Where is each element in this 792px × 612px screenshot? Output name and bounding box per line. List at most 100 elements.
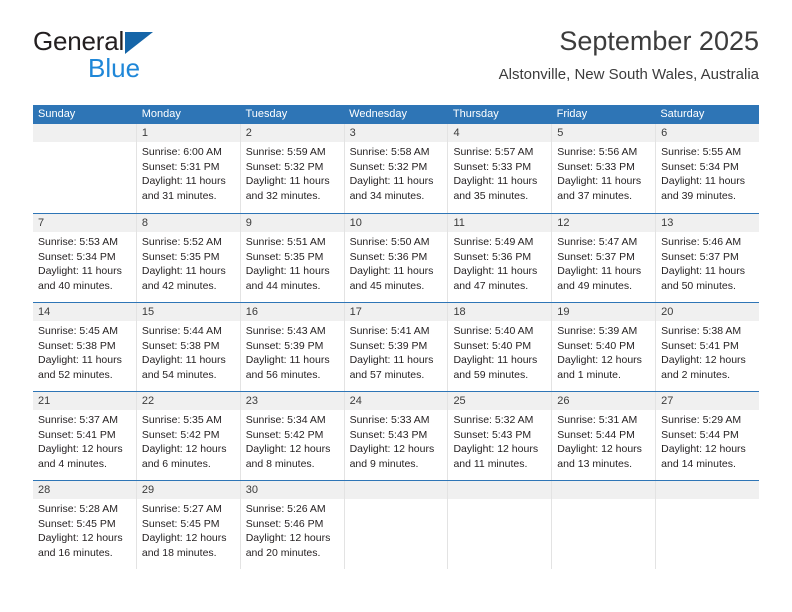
calendar-day-cell[interactable]: 24 Sunrise: 5:33 AM Sunset: 5:43 PM Dayligh… [345,392,449,480]
day-details: Sunrise: 5:40 AM Sunset: 5:40 PM Daylight:… [453,324,546,382]
calendar-day-cell[interactable]: 21 Sunrise: 5:37 AM Sunset: 5:41 PM Dayligh… [33,392,137,480]
sunset-text: Sunset: 5:44 PM [661,428,739,441]
day-number: 24 [349,395,362,407]
calendar-day-cell[interactable]: 22 Sunrise: 5:35 AM Sunset: 5:42 PM Dayligh… [137,392,241,480]
day-details: Sunrise: 5:38 AM Sunset: 5:41 PM Daylight:… [661,324,754,382]
day-number: 2 [245,127,252,139]
sunset-text: Sunset: 5:33 PM [453,160,532,173]
sunset-text: Sunset: 5:37 PM [661,250,739,263]
sunset-text: Sunset: 5:42 PM [245,428,324,441]
calendar-cell-empty [33,124,137,213]
day-details: Sunrise: 5:53 AM Sunset: 5:34 PM Daylight:… [38,235,131,293]
daylight-text-line2: and 35 minutes. [453,189,529,202]
calendar-day-cell[interactable]: 11 Sunrise: 5:49 AM Sunset: 5:36 PM Dayligh… [448,214,553,302]
sunrise-text: Sunrise: 5:28 AM [38,503,118,515]
sunset-text: Sunset: 5:41 PM [38,428,116,441]
calendar-day-cell[interactable]: 8 Sunrise: 5:52 AM Sunset: 5:35 PM Daylight… [137,214,241,302]
sunset-text: Sunset: 5:32 PM [245,160,324,173]
daylight-text-line1: Daylight: 12 hours [245,532,331,545]
calendar-day-cell[interactable]: 12 Sunrise: 5:47 AM Sunset: 5:37 PM Dayligh… [552,214,657,302]
daylight-text-line2: and 31 minutes. [141,189,217,202]
day-details: Sunrise: 5:39 AM Sunset: 5:40 PM Daylight:… [557,324,650,382]
calendar-grid: Sunday Monday Tuesday Wednesday Thursday Frid… [33,105,759,569]
day-number: 14 [38,306,51,318]
daylight-text-line1: Daylight: 11 hours [349,265,434,278]
weekday-header-monday: Monday [141,108,181,120]
daylight-text-line1: Daylight: 12 hours [557,443,642,456]
day-details: Sunrise: 5:45 AM Sunset: 5:38 PM Daylight:… [38,324,131,382]
sunrise-text: Sunrise: 5:38 AM [661,325,742,337]
calendar-day-cell[interactable]: 26 Sunrise: 5:31 AM Sunset: 5:44 PM Dayligh… [552,392,657,480]
calendar-day-cell[interactable]: 25 Sunrise: 5:32 AM Sunset: 5:43 PM Dayligh… [448,392,553,480]
calendar-day-cell[interactable]: 19 Sunrise: 5:39 AM Sunset: 5:40 PM Dayligh… [552,303,657,391]
sunset-text: Sunset: 5:36 PM [349,250,428,263]
calendar-day-cell[interactable]: 29 Sunrise: 5:27 AM Sunset: 5:45 PM Dayligh… [137,481,241,569]
sunrise-text: Sunrise: 5:39 AM [557,325,638,337]
day-details: Sunrise: 5:46 AM Sunset: 5:37 PM Daylight:… [661,235,754,293]
calendar-weeks: 1 Sunrise: 6:00 AM Sunset: 5:31 PM Daylight… [33,124,759,569]
daylight-text-line2: and 13 minutes. [557,457,633,470]
calendar-day-cell[interactable]: 18 Sunrise: 5:40 AM Sunset: 5:40 PM Dayligh… [448,303,553,391]
daylight-text-line1: Daylight: 11 hours [245,265,330,278]
daylight-text-line2: and 14 minutes. [661,457,736,470]
sunrise-text: Sunrise: 5:56 AM [557,146,638,158]
calendar-day-cell[interactable]: 4 Sunrise: 5:57 AM Sunset: 5:33 PM Daylight… [448,124,553,213]
daylight-text-line2: and 4 minutes. [38,457,107,470]
day-number: 10 [349,217,362,229]
daylight-text-line2: and 42 minutes. [141,279,217,292]
daylight-text-line2: and 50 minutes. [661,279,736,292]
calendar-day-cell[interactable]: 23 Sunrise: 5:34 AM Sunset: 5:42 PM Dayligh… [241,392,345,480]
day-number: 13 [661,217,674,229]
calendar-day-cell[interactable]: 30 Sunrise: 5:26 AM Sunset: 5:46 PM Dayligh… [241,481,345,569]
day-number: 1 [141,127,148,139]
sunrise-text: Sunrise: 5:26 AM [245,503,326,515]
day-details: Sunrise: 5:34 AM Sunset: 5:42 PM Daylight:… [246,413,339,471]
sunrise-text: Sunrise: 5:49 AM [453,236,534,248]
calendar-day-cell[interactable]: 13 Sunrise: 5:46 AM Sunset: 5:37 PM Dayligh… [656,214,759,302]
calendar-day-cell[interactable]: 14 Sunrise: 5:45 AM Sunset: 5:38 PM Dayligh… [33,303,137,391]
calendar-day-cell[interactable]: 1 Sunrise: 6:00 AM Sunset: 5:31 PM Daylight… [137,124,241,213]
calendar-day-cell[interactable]: 27 Sunrise: 5:29 AM Sunset: 5:44 PM Dayligh… [656,392,759,480]
daylight-text-line1: Daylight: 12 hours [557,354,642,367]
calendar-day-cell[interactable]: 7 Sunrise: 5:53 AM Sunset: 5:34 PM Daylight… [33,214,137,302]
day-details: Sunrise: 5:27 AM Sunset: 5:45 PM Daylight:… [142,502,235,560]
calendar-cell-empty [552,481,657,569]
calendar-week-row: 14 Sunrise: 5:45 AM Sunset: 5:38 PM Dayligh… [33,302,759,391]
calendar-day-cell[interactable]: 16 Sunrise: 5:43 AM Sunset: 5:39 PM Dayligh… [241,303,345,391]
daylight-text-line2: and 9 minutes. [349,457,419,470]
calendar-day-cell[interactable]: 17 Sunrise: 5:41 AM Sunset: 5:39 PM Dayligh… [345,303,449,391]
sunset-text: Sunset: 5:42 PM [141,428,220,441]
sunrise-text: Sunrise: 6:00 AM [141,146,222,158]
sunset-text: Sunset: 5:39 PM [245,339,324,352]
calendar-day-cell[interactable]: 5 Sunrise: 5:56 AM Sunset: 5:33 PM Daylight… [552,124,657,213]
day-details: Sunrise: 6:00 AM Sunset: 5:31 PM Daylight:… [142,145,235,203]
sunset-text: Sunset: 5:36 PM [453,250,532,263]
calendar-day-cell[interactable]: 2 Sunrise: 5:59 AM Sunset: 5:32 PM Daylight… [241,124,345,213]
day-details: Sunrise: 5:37 AM Sunset: 5:41 PM Daylight:… [38,413,131,471]
calendar-day-cell[interactable]: 9 Sunrise: 5:51 AM Sunset: 5:35 PM Daylight… [241,214,345,302]
weekday-header-saturday: Saturday [660,108,705,120]
daylight-text-line1: Daylight: 11 hours [245,354,330,367]
sunset-text: Sunset: 5:38 PM [141,339,220,352]
calendar-page: General Blue September 2025 Alstonville,… [0,0,792,612]
day-details: Sunrise: 5:32 AM Sunset: 5:43 PM Daylight:… [453,413,546,471]
weekday-header-friday: Friday [556,108,588,120]
weekday-header-row: Sunday Monday Tuesday Wednesday Thursday Frid… [33,105,759,124]
calendar-week-cells: 21 Sunrise: 5:37 AM Sunset: 5:41 PM Dayligh… [33,392,759,480]
day-number: 5 [557,127,564,139]
daylight-text-line2: and 18 minutes. [141,546,217,559]
sunrise-text: Sunrise: 5:37 AM [38,414,118,426]
calendar-day-cell[interactable]: 28 Sunrise: 5:28 AM Sunset: 5:45 PM Dayligh… [33,481,137,569]
generalblue-logo[interactable]: General Blue [33,26,223,84]
calendar-day-cell[interactable]: 20 Sunrise: 5:38 AM Sunset: 5:41 PM Dayligh… [656,303,759,391]
calendar-day-cell[interactable]: 6 Sunrise: 5:55 AM Sunset: 5:34 PM Daylight… [656,124,759,213]
calendar-day-cell[interactable]: 15 Sunrise: 5:44 AM Sunset: 5:38 PM Dayligh… [137,303,241,391]
day-number: 23 [245,395,258,407]
daylight-text-line2: and 2 minutes. [661,368,731,381]
day-number: 6 [661,127,668,139]
calendar-day-cell[interactable]: 10 Sunrise: 5:50 AM Sunset: 5:36 PM Dayligh… [345,214,449,302]
calendar-day-cell[interactable]: 3 Sunrise: 5:58 AM Sunset: 5:32 PM Daylight… [345,124,449,213]
daylight-text-line1: Daylight: 11 hours [661,175,746,188]
sunset-text: Sunset: 5:33 PM [557,160,635,173]
day-details: Sunrise: 5:28 AM Sunset: 5:45 PM Daylight:… [38,502,131,560]
